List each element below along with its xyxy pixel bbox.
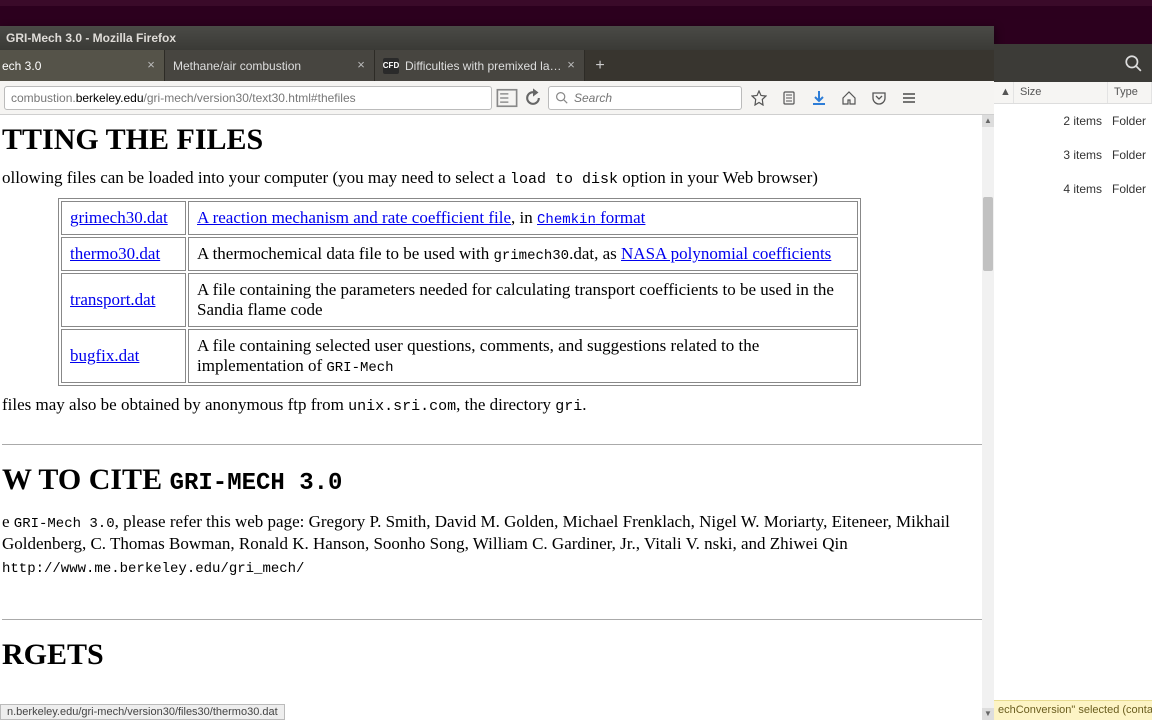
files-table: grimech30.dat A reaction mechanism and r…	[58, 198, 861, 386]
list-item[interactable]: 4 items Folder	[994, 172, 1152, 206]
link-transport[interactable]: transport.dat	[70, 290, 155, 309]
tab-difficulties[interactable]: CFD Difficulties with premixed la… ×	[375, 50, 585, 81]
pocket-icon[interactable]	[866, 85, 892, 111]
heading-targets: RGETS	[2, 638, 982, 672]
search-input[interactable]	[574, 91, 735, 105]
col-size[interactable]: Size	[1014, 82, 1108, 103]
divider	[2, 444, 982, 445]
tab-grimech[interactable]: ech 3.0 ×	[0, 50, 165, 81]
link-reaction-mechanism[interactable]: A reaction mechanism and rate coefficien…	[197, 208, 511, 227]
url-prefix: combustion.	[11, 91, 76, 105]
tab-label: Difficulties with premixed la…	[405, 59, 562, 73]
heading-getting-files: TTING THE FILES	[2, 123, 982, 157]
bookmark-star-icon[interactable]	[746, 85, 772, 111]
clipboard-icon[interactable]	[776, 85, 802, 111]
col-type[interactable]: Type	[1108, 82, 1152, 103]
link-bugfix[interactable]: bugfix.dat	[70, 346, 139, 365]
firefox-window: GRI-Mech 3.0 - Mozilla Firefox ech 3.0 ×…	[0, 26, 994, 720]
url-bar[interactable]: combustion.berkeley.edu/gri-mech/version…	[4, 86, 492, 110]
home-icon[interactable]	[836, 85, 862, 111]
tab-label: Methane/air combustion	[173, 59, 352, 73]
tab-strip: ech 3.0 × Methane/air combustion × CFD D…	[0, 50, 994, 81]
downloads-icon[interactable]	[806, 85, 832, 111]
search-icon[interactable]	[1124, 54, 1142, 72]
cite-paragraph: e GRI-Mech 3.0, please refer this web pa…	[2, 511, 982, 580]
scroll-up-icon[interactable]: ▲	[982, 115, 994, 127]
table-row: bugfix.dat A file containing selected us…	[61, 329, 858, 383]
scrollbar[interactable]: ▲ ▼	[982, 115, 994, 720]
link-thermo30[interactable]: thermo30.dat	[70, 244, 160, 263]
url-path: /gri-mech/version30/text30.html#thefiles	[144, 91, 356, 105]
file-manager-panel: ▲ Size Type 2 items Folder 3 items Folde…	[994, 44, 1152, 720]
list-item[interactable]: 2 items Folder	[994, 104, 1152, 138]
window-titlebar: GRI-Mech 3.0 - Mozilla Firefox	[0, 26, 994, 50]
fm-column-headers: ▲ Size Type	[994, 82, 1152, 104]
close-icon[interactable]: ×	[564, 59, 578, 73]
divider	[2, 619, 982, 620]
ftp-paragraph: files may also be obtained by anonymous …	[2, 394, 982, 417]
table-row: thermo30.dat A thermochemical data file …	[61, 237, 858, 271]
fm-header	[994, 44, 1152, 82]
tab-methane[interactable]: Methane/air combustion ×	[165, 50, 375, 81]
sort-arrow-icon[interactable]: ▲	[994, 82, 1014, 103]
link-grimech30[interactable]: grimech30.dat	[70, 208, 168, 227]
navbar: combustion.berkeley.edu/gri-mech/version…	[0, 81, 994, 115]
fm-status-bar: echConversion" selected (conta	[994, 700, 1152, 720]
link-chemkin-format[interactable]: Chemkin format	[537, 208, 645, 227]
new-tab-button[interactable]: +	[585, 50, 615, 81]
page-content: TTING THE FILES ollowing files can be lo…	[0, 115, 982, 705]
scroll-down-icon[interactable]: ▼	[982, 708, 994, 720]
reader-mode-icon[interactable]	[496, 87, 518, 109]
search-icon	[555, 91, 568, 104]
hamburger-menu-icon[interactable]	[896, 85, 922, 111]
link-nasa-poly[interactable]: NASA polynomial coefficients	[621, 244, 831, 263]
tab-label: ech 3.0	[2, 59, 142, 73]
scroll-thumb[interactable]	[983, 197, 993, 271]
window-title: GRI-Mech 3.0 - Mozilla Firefox	[6, 31, 176, 45]
table-row: transport.dat A file containing the para…	[61, 273, 858, 327]
search-bar[interactable]	[548, 86, 742, 110]
close-icon[interactable]: ×	[144, 59, 158, 73]
reload-icon[interactable]	[522, 87, 544, 109]
intro-paragraph: ollowing files can be loaded into your c…	[2, 167, 982, 190]
favicon-cfd: CFD	[383, 58, 399, 74]
close-icon[interactable]: ×	[354, 59, 368, 73]
url-domain: berkeley.edu	[76, 91, 144, 105]
heading-how-to-cite: W TO CITE GRI-MECH 3.0	[2, 463, 982, 497]
table-row: grimech30.dat A reaction mechanism and r…	[61, 201, 858, 235]
list-item[interactable]: 3 items Folder	[994, 138, 1152, 172]
status-bar: n.berkeley.edu/gri-mech/version30/files3…	[0, 704, 285, 720]
